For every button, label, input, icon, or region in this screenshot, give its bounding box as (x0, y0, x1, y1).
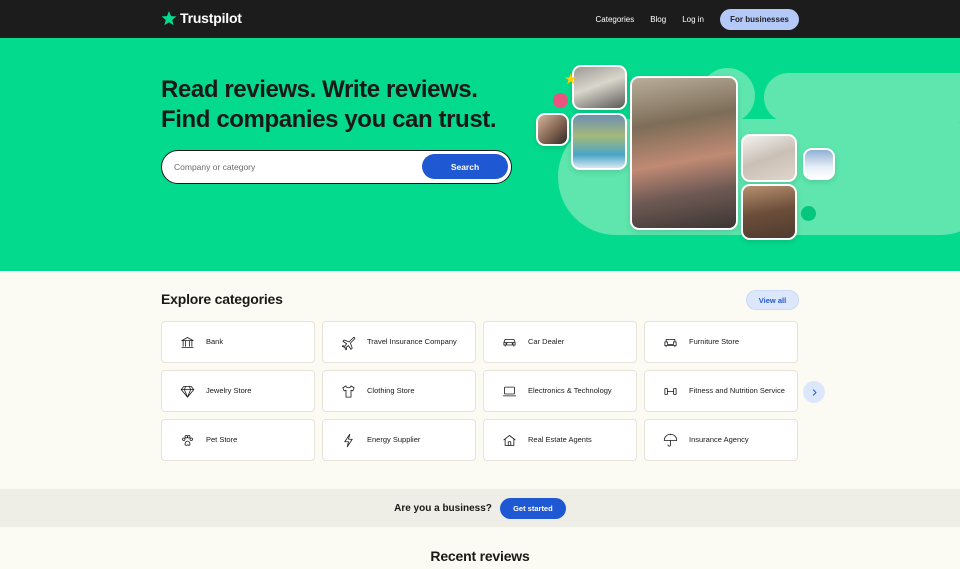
shirt-icon (340, 383, 357, 400)
category-grid: Bank Travel Insurance Company Car Dealer… (161, 321, 799, 461)
chevron-right-icon (812, 388, 816, 396)
search-button[interactable]: Search (422, 154, 508, 179)
category-label: Clothing Store (367, 386, 415, 395)
laptop-icon (501, 383, 518, 400)
sofa-icon (662, 334, 679, 351)
top-nav: Categories Blog Log in For businesses (596, 9, 799, 30)
nav-categories[interactable]: Categories (596, 15, 635, 24)
category-card-fitness[interactable]: Fitness and Nutrition Service (644, 370, 798, 412)
bank-icon (179, 334, 196, 351)
category-label: Furniture Store (689, 337, 740, 346)
category-card-jewelry-store[interactable]: Jewelry Store (161, 370, 315, 412)
lightning-icon (340, 432, 357, 449)
site-header: Trustpilot Categories Blog Log in For bu… (0, 0, 960, 38)
yellow-star-icon: ★ (564, 71, 578, 88)
for-businesses-button[interactable]: For businesses (720, 9, 799, 30)
category-label: Electronics & Technology (528, 386, 612, 395)
category-label: Travel Insurance Company (367, 337, 457, 346)
hero-headline: Read reviews. Write reviews. Find compan… (161, 75, 497, 135)
dumbbell-icon (662, 383, 679, 400)
headline-line-2: Find companies you can trust. (161, 106, 497, 133)
brand-name: Trustpilot (180, 10, 242, 26)
category-card-electronics[interactable]: Electronics & Technology (483, 370, 637, 412)
paw-icon (179, 432, 196, 449)
category-label: Car Dealer (528, 337, 565, 346)
decorative-pink-dot (553, 93, 568, 108)
categories-next-button[interactable] (803, 381, 825, 403)
category-label: Bank (206, 337, 224, 346)
business-question: Are you a business? (394, 502, 492, 514)
category-card-bank[interactable]: Bank (161, 321, 315, 363)
hero-photo-portrait (536, 113, 569, 146)
get-started-button[interactable]: Get started (499, 497, 566, 519)
category-card-travel-insurance[interactable]: Travel Insurance Company (322, 321, 476, 363)
hero-photo-room (741, 134, 797, 182)
hero-photo-pool (571, 113, 627, 170)
explore-categories-heading: Explore categories (161, 291, 283, 307)
search-bar: Search (161, 150, 512, 184)
house-icon (501, 432, 518, 449)
car-icon (501, 334, 518, 351)
category-card-energy-supplier[interactable]: Energy Supplier (322, 419, 476, 461)
nav-blog[interactable]: Blog (650, 15, 666, 24)
decorative-green-dot (801, 206, 816, 221)
category-card-pet-store[interactable]: Pet Store (161, 419, 315, 461)
view-all-button[interactable]: View all (746, 290, 799, 310)
hero-photo-selfie (741, 184, 797, 240)
category-card-furniture-store[interactable]: Furniture Store (644, 321, 798, 363)
hero-photo-flower-shop (630, 76, 738, 230)
hero-photo-coast (803, 148, 835, 180)
category-card-insurance-agency[interactable]: Insurance Agency (644, 419, 798, 461)
trustpilot-logo[interactable]: Trustpilot (161, 10, 242, 26)
star-logo-icon (161, 11, 177, 26)
category-label: Jewelry Store (206, 386, 252, 395)
umbrella-icon (662, 432, 679, 449)
hero-photo-street (572, 65, 627, 110)
airplane-icon (340, 334, 357, 351)
category-label: Fitness and Nutrition Service (689, 386, 785, 395)
headline-line-1: Read reviews. Write reviews. (161, 76, 478, 103)
decorative-pill-top (764, 73, 960, 122)
nav-login[interactable]: Log in (682, 15, 704, 24)
category-card-real-estate[interactable]: Real Estate Agents (483, 419, 637, 461)
category-card-car-dealer[interactable]: Car Dealer (483, 321, 637, 363)
category-label: Insurance Agency (689, 435, 749, 444)
category-label: Pet Store (206, 435, 238, 444)
category-card-clothing-store[interactable]: Clothing Store (322, 370, 476, 412)
business-banner: Are you a business? Get started (0, 489, 960, 527)
hero-section: Read reviews. Write reviews. Find compan… (0, 38, 960, 271)
search-input[interactable] (174, 151, 414, 182)
diamond-icon (179, 383, 196, 400)
category-label: Energy Supplier (367, 435, 421, 444)
recent-reviews-heading: Recent reviews (430, 548, 530, 564)
category-label: Real Estate Agents (528, 435, 592, 444)
